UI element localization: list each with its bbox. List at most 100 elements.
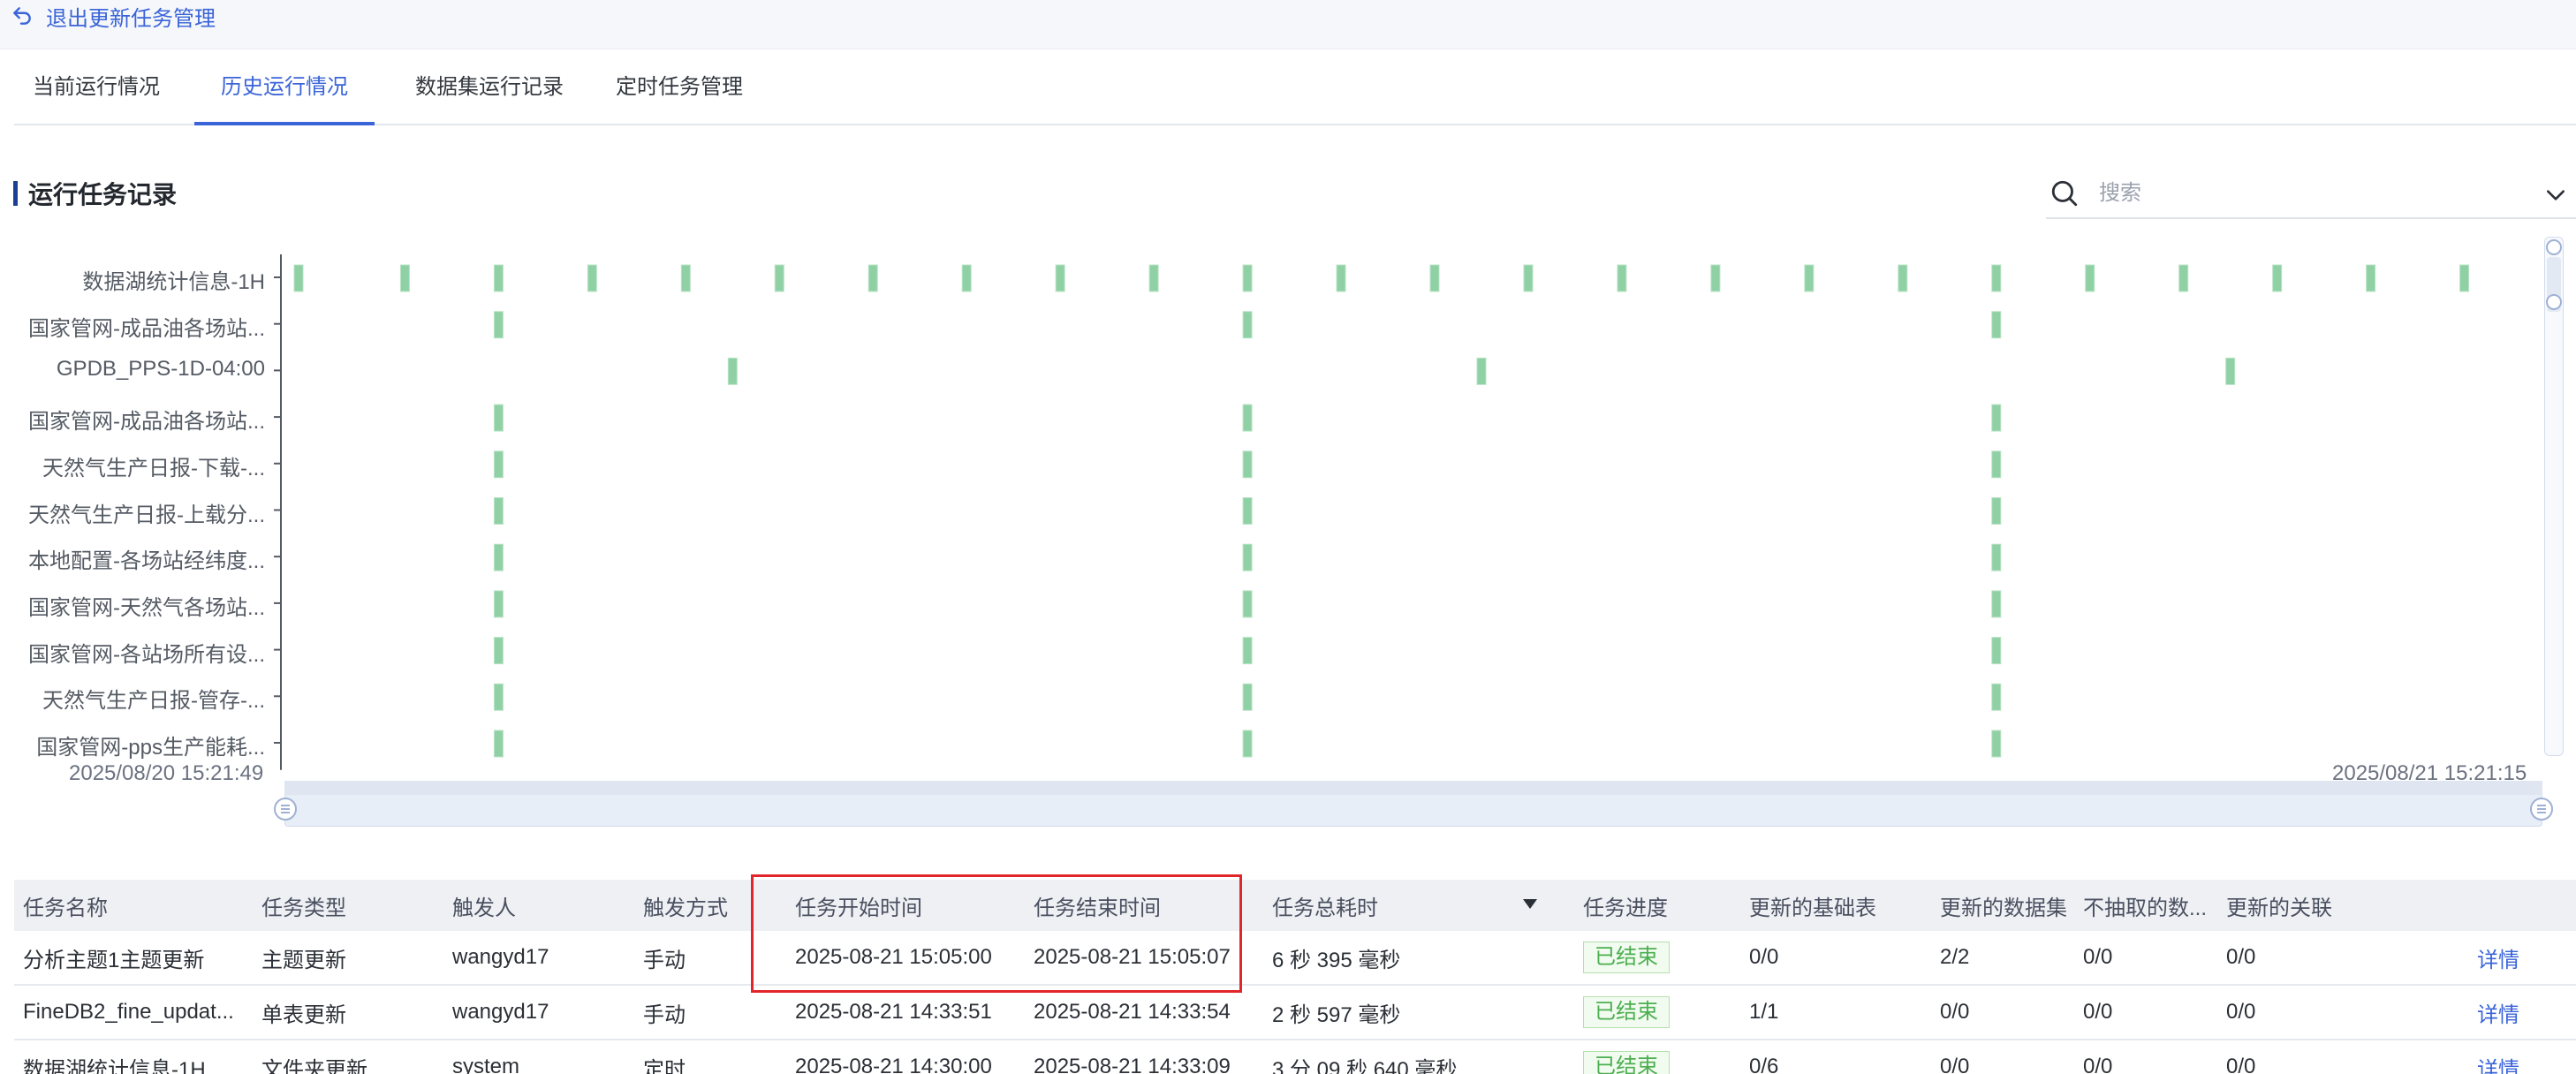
column-header-detail[interactable] [2477, 880, 2565, 931]
column-header-end-time[interactable]: 任务结束时间 [1034, 880, 1263, 931]
task-run-bar[interactable] [1242, 590, 1253, 618]
task-run-bar[interactable] [1242, 311, 1253, 339]
task-run-bar[interactable] [1242, 497, 1253, 525]
vertical-scroll-handle-bottom[interactable] [2546, 294, 2562, 310]
column-header-start-time[interactable]: 任务开始时间 [795, 880, 1025, 931]
task-run-bar[interactable] [2459, 264, 2470, 292]
task-run-bar[interactable] [493, 637, 504, 665]
table-row[interactable]: 数据湖统计信息-1H 文件夹更新 system 定时 2025-08-21 14:30:… [14, 1040, 2576, 1074]
zoom-handle-left[interactable] [274, 798, 297, 821]
cell-start-time: 2025-08-21 15:05:00 [795, 945, 992, 969]
exit-update-task-link[interactable]: 退出更新任务管理 [11, 0, 216, 32]
tab-history-run[interactable]: 历史运行情况 [194, 49, 375, 125]
task-run-bar[interactable] [1148, 264, 1159, 292]
task-run-bar[interactable] [1804, 264, 1815, 292]
task-run-bar[interactable] [1242, 637, 1253, 665]
tab-current-run[interactable]: 当前运行情况 [14, 49, 178, 125]
task-run-bar[interactable] [868, 264, 878, 292]
task-run-bar[interactable] [2085, 264, 2095, 292]
task-run-bar[interactable] [493, 730, 504, 758]
task-run-bar[interactable] [293, 264, 304, 292]
task-run-bar[interactable] [1242, 683, 1253, 711]
task-run-bar[interactable] [1242, 730, 1253, 758]
task-run-bar[interactable] [1991, 497, 2002, 525]
task-run-bar[interactable] [587, 264, 597, 292]
task-run-bar[interactable] [1242, 543, 1253, 571]
cell-trigger-user: wangyd17 [452, 945, 549, 969]
task-run-bar[interactable] [2225, 357, 2236, 385]
task-run-bar[interactable] [1242, 404, 1253, 432]
task-run-bar[interactable] [493, 683, 504, 711]
task-run-bar[interactable] [1991, 590, 2002, 618]
search-input[interactable] [2099, 177, 2505, 210]
task-run-bar[interactable] [1991, 637, 2002, 665]
task-run-bar[interactable] [493, 264, 504, 292]
task-run-bar[interactable] [2178, 264, 2189, 292]
detail-link[interactable]: 详情 [2477, 931, 2565, 984]
task-run-bar[interactable] [774, 264, 784, 292]
column-header-trigger-user[interactable]: 触发人 [452, 880, 638, 931]
vertical-scroll-handle-top[interactable] [2546, 239, 2562, 255]
cell-total-duration: 6 秒 395 毫秒 [1272, 948, 1401, 972]
task-run-bar[interactable] [1242, 264, 1253, 292]
task-run-bar[interactable] [1991, 264, 2002, 292]
column-header-progress[interactable]: 任务进度 [1583, 880, 1742, 931]
task-run-bar[interactable] [1898, 264, 1908, 292]
task-run-bar[interactable] [493, 590, 504, 618]
task-run-bar[interactable] [2366, 264, 2376, 292]
task-run-bar[interactable] [493, 450, 504, 479]
column-header-task-name[interactable]: 任务名称 [23, 880, 253, 931]
cell-task-type: 主题更新 [261, 948, 346, 972]
column-header-updated-datasets[interactable]: 更新的数据集 [1940, 880, 2080, 931]
task-run-bar[interactable] [1991, 404, 2002, 432]
detail-link[interactable]: 详情 [2477, 986, 2565, 1039]
task-run-bar[interactable] [1991, 311, 2002, 339]
cell-start-time: 2025-08-21 14:30:00 [795, 1055, 992, 1074]
task-run-bar[interactable] [961, 264, 972, 292]
back-arrow-icon [13, 7, 31, 25]
task-run-bar[interactable] [1991, 730, 2002, 758]
column-header-updated-relations[interactable]: 更新的关联 [2226, 880, 2456, 931]
search-box[interactable] [2046, 170, 2576, 219]
zoom-handle-right[interactable] [2530, 798, 2553, 821]
cell-updated-datasets: 0/0 [1940, 1000, 1970, 1024]
column-header-trigger-mode[interactable]: 触发方式 [643, 880, 793, 931]
timeline-row-label: 国家管网-天然气各场站... [28, 595, 265, 620]
task-run-bar[interactable] [680, 264, 691, 292]
task-run-bar[interactable] [493, 497, 504, 525]
tab-scheduled-tasks[interactable]: 定时任务管理 [601, 49, 758, 125]
chart-vertical-scrollbar[interactable] [2544, 237, 2564, 756]
table-row[interactable]: FineDB2_fine_updat... 单表更新 wangyd17 手动 2025-… [14, 986, 2576, 1040]
sort-down-icon[interactable] [1523, 899, 1537, 909]
task-run-bar[interactable] [1476, 357, 1487, 385]
task-run-bar[interactable] [493, 311, 504, 339]
title-accent-bar [13, 181, 18, 206]
task-run-bar[interactable] [1055, 264, 1065, 292]
time-zoom-slider-bar [284, 781, 2542, 795]
timeline-row-label: 国家管网-成品油各场站... [28, 316, 265, 341]
task-run-bar[interactable] [1523, 264, 1534, 292]
task-run-bar[interactable] [493, 404, 504, 432]
task-run-bar[interactable] [1242, 450, 1253, 479]
table-row[interactable]: 分析主题1主题更新 主题更新 wangyd17 手动 2025-08-21 15:05:… [14, 931, 2576, 986]
cell-task-type: 文件夹更新 [261, 1057, 367, 1074]
task-run-bar[interactable] [2272, 264, 2283, 292]
timeline-row-label: 天然气生产日报-管存-... [42, 689, 265, 714]
task-run-bar[interactable] [493, 543, 504, 571]
top-bar: 退出更新任务管理 [0, 0, 2576, 49]
task-run-bar[interactable] [727, 357, 738, 385]
task-run-bar[interactable] [1991, 543, 2002, 571]
chevron-down-icon[interactable] [2544, 184, 2567, 207]
column-header-task-type[interactable]: 任务类型 [261, 880, 447, 931]
task-run-bar[interactable] [1336, 264, 1346, 292]
task-run-bar[interactable] [1991, 683, 2002, 711]
tab-dataset-run-records[interactable]: 数据集运行记录 [387, 49, 592, 125]
column-header-non-extract-count[interactable]: 不抽取的数... [2083, 880, 2223, 931]
task-run-bar[interactable] [1710, 264, 1721, 292]
task-run-bar[interactable] [1617, 264, 1627, 292]
task-run-bar[interactable] [1991, 450, 2002, 479]
column-header-updated-base-tables[interactable]: 更新的基础表 [1749, 880, 1935, 931]
detail-link[interactable]: 详情 [2477, 1040, 2565, 1074]
task-run-bar[interactable] [1429, 264, 1440, 292]
task-run-bar[interactable] [399, 264, 410, 292]
